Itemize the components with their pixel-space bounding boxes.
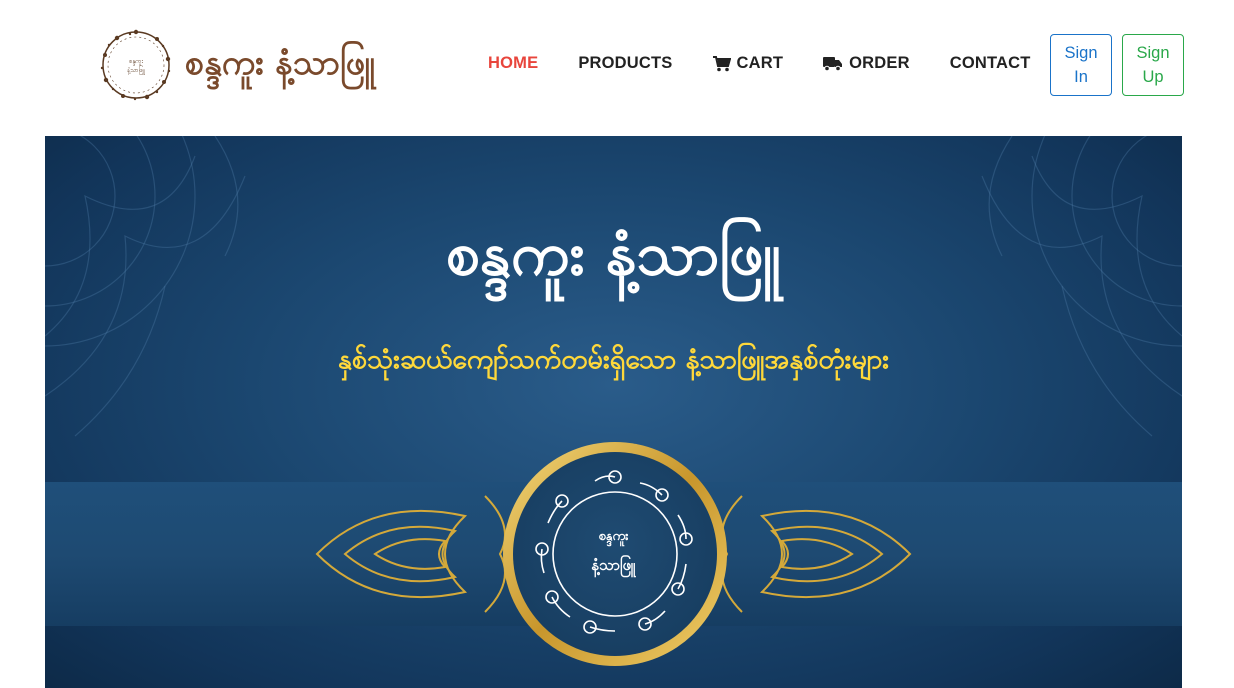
brand-seal-emblem <box>503 442 727 666</box>
sign-in-button[interactable]: Sign In <box>1050 34 1112 96</box>
nav-contact-label: CONTACT <box>949 54 1031 72</box>
sign-in-label-line2: In <box>1074 68 1088 86</box>
truck-icon <box>823 56 843 71</box>
sign-up-label-line1: Sign <box>1136 44 1170 62</box>
cart-icon <box>712 55 731 71</box>
nav-products-label: PRODUCTS <box>578 54 673 72</box>
seal-text-line1: စန္ဒကူး <box>598 529 629 544</box>
nav-cart-label: CART <box>736 54 784 72</box>
nav-products-link[interactable]: PRODUCTS <box>578 54 672 73</box>
svg-text:စန္ဒကူး: စန္ဒကူး <box>129 58 143 66</box>
sign-in-label-line1: Sign <box>1064 44 1098 62</box>
nav-home-link[interactable]: HOME <box>488 54 538 73</box>
svg-text:နံ့သာဖြူ: နံ့သာဖြူ <box>127 65 146 75</box>
floral-wreath-icon: စန္ဒကူး နံ့သာဖြူ <box>100 29 171 101</box>
brand-name: စန္ဒကူး နံ့သာဖြူ <box>185 42 375 83</box>
nav-home-label: HOME <box>488 54 539 72</box>
sign-up-button[interactable]: Sign Up <box>1122 34 1184 96</box>
seal-text-line2: နံ့သာဖြူ <box>591 556 636 574</box>
hero-banner: စန္ဒကူး နံ့သာဖြူ နှစ်သုံးဆယ်ကျော်သက်တမ်း… <box>45 136 1182 688</box>
brand-logo[interactable]: စန္ဒကူး နံ့သာဖြူ စန္ဒကူး နံ့သာဖြူ <box>97 26 375 104</box>
nav-order-link[interactable]: ORDER <box>823 54 910 73</box>
nav-contact-link[interactable]: CONTACT <box>950 54 1031 73</box>
site-header: စန္ဒကူး နံ့သာဖြူ စန္ဒကူး နံ့သာဖြူ HOME P… <box>0 0 1234 130</box>
main-nav: HOME PRODUCTS CART ORDER CONTACT <box>488 54 1071 73</box>
sign-up-label-line2: Up <box>1142 68 1164 86</box>
nav-order-label: ORDER <box>849 54 910 72</box>
nav-cart-link[interactable]: CART <box>712 54 784 73</box>
